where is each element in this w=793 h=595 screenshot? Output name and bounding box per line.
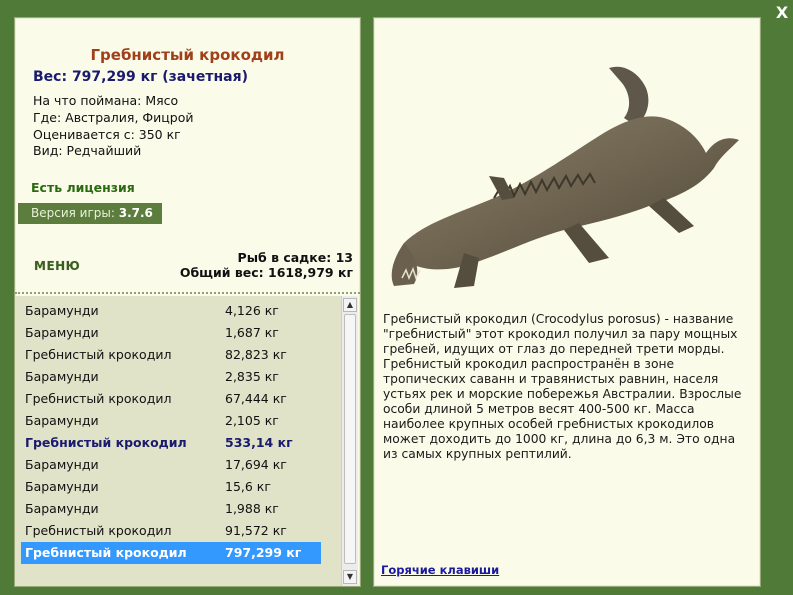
list-item-name: Гребнистый крокодил — [25, 347, 172, 362]
list-item-weight: 533,14 кг — [225, 435, 293, 450]
fish-info-panel: Гребнистый крокодил Вес: 797,299 кг (зач… — [14, 17, 361, 587]
list-item-name: Гребнистый крокодил — [25, 523, 172, 538]
list-item-weight: 1,988 кг — [225, 501, 279, 516]
keepnet-stats: Рыб в садке: 13 Общий вес: 1618,979 кг — [180, 250, 353, 280]
scrollbar[interactable]: ▲ ▼ — [341, 296, 358, 586]
list-item-weight: 4,126 кг — [225, 303, 279, 318]
list-item-name: Барамунди — [25, 413, 99, 428]
catch-list[interactable]: Барамунди 4,126 кг Барамунди 1,687 кг Гребни… — [15, 296, 341, 586]
list-item[interactable]: Гребнистый крокодил 797,299 кг — [21, 542, 321, 564]
list-item-name: Барамунди — [25, 369, 99, 384]
scrollbar-thumb[interactable] — [344, 314, 356, 564]
list-item[interactable]: Барамунди 4,126 кг — [21, 300, 321, 322]
version-label: Версия игры: — [31, 206, 115, 220]
fish-count: Рыб в садке: 13 — [237, 250, 353, 265]
valued-from: Оценивается с: 350 кг — [33, 127, 181, 142]
menu-button[interactable]: МЕНЮ — [34, 259, 80, 273]
list-item[interactable]: Барамунди 17,694 кг — [21, 454, 321, 476]
list-item[interactable]: Барамунди 2,105 кг — [21, 410, 321, 432]
list-item-weight: 91,572 кг — [225, 523, 287, 538]
list-item[interactable]: Барамунди 15,6 кг — [21, 476, 321, 498]
list-item-name: Барамунди — [25, 303, 99, 318]
list-item-weight: 797,299 кг — [225, 545, 302, 560]
fish-description-panel: Гребнистый крокодил (Crocodylus porosus)… — [373, 17, 761, 587]
list-item-weight: 2,105 кг — [225, 413, 279, 428]
list-item-weight: 1,687 кг — [225, 325, 279, 340]
list-item-name: Барамунди — [25, 325, 99, 340]
list-item[interactable]: Гребнистый крокодил 91,572 кг — [21, 520, 321, 542]
list-item-name: Барамунди — [25, 501, 99, 516]
list-item[interactable]: Барамунди 1,988 кг — [21, 498, 321, 520]
list-item[interactable]: Барамунди 1,687 кг — [21, 322, 321, 344]
list-item[interactable]: Гребнистый крокодил 82,823 кг — [21, 344, 321, 366]
fish-title: Гребнистый крокодил — [90, 46, 285, 64]
list-item-name: Гребнистый крокодил — [25, 391, 172, 406]
list-item-weight: 15,6 кг — [225, 479, 271, 494]
scroll-down-button[interactable]: ▼ — [343, 570, 357, 584]
list-item-weight: 2,835 кг — [225, 369, 279, 384]
total-weight: Общий вес: 1618,979 кг — [179, 265, 353, 280]
fish-description: Гребнистый крокодил (Crocodylus porosus)… — [383, 312, 742, 461]
list-item[interactable]: Гребнистый крокодил 533,14 кг — [21, 432, 321, 454]
list-item[interactable]: Гребнистый крокодил 67,444 кг — [21, 388, 321, 410]
list-item[interactable]: Барамунди 2,835 кг — [21, 366, 321, 388]
list-item-weight: 67,444 кг — [225, 391, 287, 406]
list-item-name: Гребнистый крокодил — [25, 435, 187, 450]
rarity: Вид: Редчайший — [33, 143, 142, 158]
list-item-name: Барамунди — [25, 457, 99, 472]
scroll-up-button[interactable]: ▲ — [343, 298, 357, 312]
crocodile-image — [391, 66, 739, 288]
hotkeys-link[interactable]: Горячие клавиши — [381, 563, 499, 577]
fish-weight: Вес: 797,299 кг (зачетная) — [33, 69, 248, 85]
list-item-name: Барамунди — [25, 479, 99, 494]
close-button[interactable]: X — [772, 3, 792, 23]
divider — [15, 292, 360, 294]
license-status: Есть лицензия — [31, 180, 135, 195]
list-item-name: Гребнистый крокодил — [25, 545, 187, 560]
list-item-weight: 17,694 кг — [225, 457, 287, 472]
game-version: Версия игры: 3.7.6 — [18, 203, 162, 224]
version-value: 3.7.6 — [118, 206, 153, 220]
caught-on: На что поймана: Мясо — [33, 93, 179, 108]
location: Где: Австралия, Фицрой — [33, 110, 194, 125]
list-item-weight: 82,823 кг — [225, 347, 287, 362]
